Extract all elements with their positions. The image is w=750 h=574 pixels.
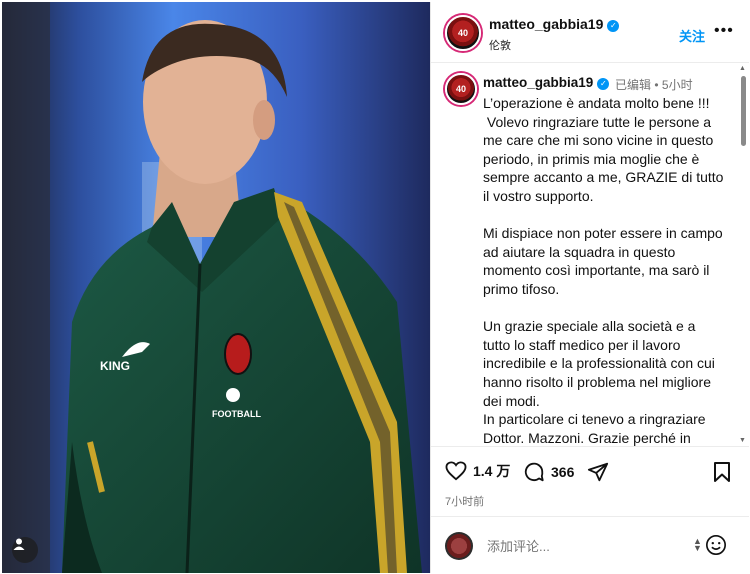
caption-username-row[interactable]: matteo_gabbia19 ✓ [483, 75, 610, 90]
paper-plane-icon [587, 462, 609, 482]
person-icon [13, 538, 25, 550]
post-photo[interactable]: KING FOOTBALL [2, 2, 430, 573]
verified-badge-icon: ✓ [607, 20, 620, 32]
post-actions-bar: 1.4 万 366 7小时前 [431, 446, 749, 517]
verified-badge-icon: ✓ [597, 78, 610, 90]
sponsor-text: FOOTBALL [212, 409, 261, 419]
caption-avatar-text: 40 [455, 84, 466, 94]
comment-bubble-icon [524, 462, 544, 482]
caption-scroll-area[interactable]: 40 matteo_gabbia19 ✓ 已编辑 • 5小时 L’operazio… [431, 63, 737, 446]
share-button[interactable] [587, 461, 609, 483]
comment-button[interactable]: 366 [523, 461, 574, 483]
jersey-brand-text: KING [100, 359, 130, 373]
scroll-up-arrow-icon[interactable]: ▲ [739, 65, 746, 72]
caption-username[interactable]: matteo_gabbia19 [483, 75, 593, 90]
follow-button[interactable]: 关注 [679, 26, 705, 45]
viewer-avatar [445, 532, 473, 560]
save-button[interactable] [713, 461, 731, 483]
resize-handle-icon[interactable]: ▲ ▼ [693, 537, 702, 553]
caption-scrollbar[interactable]: ▲ ▼ [737, 63, 749, 446]
smiley-icon [706, 535, 726, 555]
author-username-row[interactable]: matteo_gabbia19 ✓ [489, 16, 620, 32]
post-location[interactable]: 伦敦 [489, 37, 511, 53]
scroll-down-arrow-icon[interactable]: ▼ [739, 437, 746, 444]
caption-time[interactable]: 5小时 [662, 78, 693, 92]
posted-time[interactable]: 7小时前 [445, 493, 484, 509]
caption-avatar[interactable]: 40 [445, 73, 477, 105]
heart-icon [445, 461, 467, 481]
scroll-thumb[interactable] [741, 76, 746, 146]
post-header: 40 matteo_gabbia19 ✓ 伦敦 关注 ••• [431, 2, 749, 63]
post-details-panel: 40 matteo_gabbia19 ✓ 伦敦 关注 ••• 40 matteo_… [430, 2, 749, 573]
edited-label: 已编辑 [615, 78, 652, 92]
emoji-button[interactable] [705, 534, 727, 561]
comment-input[interactable] [487, 539, 667, 554]
comment-count[interactable]: 366 [551, 464, 574, 480]
caption-text: L’operazione è andata molto bene !!! Vol… [483, 95, 724, 446]
caption-meta: 已编辑 • 5小时 [615, 76, 693, 93]
author-username[interactable]: matteo_gabbia19 [489, 16, 603, 32]
tagged-users-button[interactable] [12, 537, 38, 563]
author-avatar[interactable]: 40 [445, 15, 481, 51]
avatar-text: 40 [457, 28, 468, 38]
instagram-post-window: KING FOOTBALL 40 matteo_gabbia19 ✓ 伦敦 关注 … [0, 0, 750, 573]
bookmark-icon [714, 462, 730, 482]
more-options-icon[interactable]: ••• [714, 22, 734, 40]
meta-separator: • [654, 78, 659, 92]
like-button[interactable]: 1.4 万 [445, 461, 510, 481]
player-illustration: KING FOOTBALL [2, 2, 430, 573]
comment-bar: ▲▼ [431, 516, 749, 574]
like-count[interactable]: 1.4 万 [473, 461, 510, 481]
